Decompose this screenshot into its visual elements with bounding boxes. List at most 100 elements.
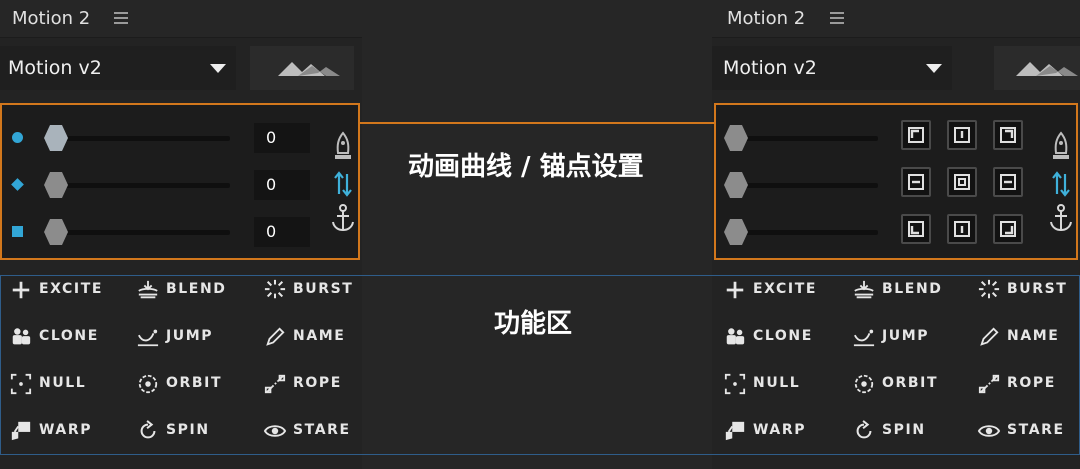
highlight-connector-line xyxy=(360,122,714,124)
curve-slider-track[interactable] xyxy=(728,136,878,141)
function-label: JUMP xyxy=(166,328,214,344)
function-label: EXCITE xyxy=(39,281,104,297)
slider-handle[interactable] xyxy=(44,172,68,198)
function-button-stare[interactable]: STARE xyxy=(977,414,1080,448)
curve-slider-track[interactable] xyxy=(728,183,878,188)
diamond-marker-icon xyxy=(11,178,24,191)
function-button-name[interactable]: NAME xyxy=(263,320,375,354)
plus-icon xyxy=(723,279,747,301)
swap-arrows-icon[interactable] xyxy=(1050,170,1072,198)
rocket-icon[interactable] xyxy=(330,131,356,165)
function-button-stare[interactable]: STARE xyxy=(263,414,375,448)
curve-value-field[interactable]: 0 xyxy=(254,123,310,153)
panel-titlebar: Motion 2 xyxy=(712,0,1080,38)
jump-icon xyxy=(852,326,876,348)
function-label: ORBIT xyxy=(882,375,939,391)
panel-title: Motion 2 xyxy=(12,8,91,29)
function-button-clone[interactable]: CLONE xyxy=(723,320,835,354)
function-label: BLEND xyxy=(166,281,227,297)
preset-dropdown[interactable]: Motion v2 xyxy=(0,46,236,90)
curve-slider-track[interactable] xyxy=(44,230,230,235)
spin-icon xyxy=(852,420,876,442)
function-button-orbit[interactable]: ORBIT xyxy=(852,367,964,401)
anchor-center-button[interactable] xyxy=(947,167,977,197)
null-icon xyxy=(723,373,747,395)
curve-value: 0 xyxy=(266,222,277,241)
anchor-bottom-right-button[interactable] xyxy=(993,214,1023,244)
function-label: CLONE xyxy=(39,328,99,344)
function-label: SPIN xyxy=(166,422,210,438)
preset-dropdown-value: Motion v2 xyxy=(723,57,817,79)
curve-slider-track[interactable] xyxy=(44,183,230,188)
anchor-top-right-icon xyxy=(1000,127,1016,143)
function-button-null[interactable]: NULL xyxy=(723,367,835,401)
anchor-top-right-button[interactable] xyxy=(993,120,1023,150)
function-button-rope[interactable]: ROPE xyxy=(977,367,1080,401)
function-button-burst[interactable]: BURST xyxy=(263,273,375,307)
function-button-warp[interactable]: WARP xyxy=(9,414,121,448)
function-label: EXCITE xyxy=(753,281,818,297)
burst-icon xyxy=(977,279,1001,301)
function-button-warp[interactable]: WARP xyxy=(723,414,835,448)
function-label: BURST xyxy=(293,281,354,297)
anchor-bottom-left-button[interactable] xyxy=(901,214,931,244)
hamburger-menu-icon[interactable] xyxy=(830,12,844,24)
clone-icon xyxy=(9,326,33,348)
curve-graph-button[interactable] xyxy=(250,46,354,90)
anchor-middle-right-icon xyxy=(1000,174,1016,190)
slider-handle[interactable] xyxy=(44,125,68,151)
swap-arrows-icon[interactable] xyxy=(332,170,354,198)
anchor-middle-right-button[interactable] xyxy=(993,167,1023,197)
curve-slider-track[interactable] xyxy=(728,230,878,235)
null-icon xyxy=(9,373,33,395)
function-label: ORBIT xyxy=(166,375,223,391)
function-button-excite[interactable]: EXCITE xyxy=(723,273,835,307)
preset-dropdown[interactable]: Motion v2 xyxy=(712,46,952,90)
function-button-jump[interactable]: JUMP xyxy=(136,320,248,354)
function-button-excite[interactable]: EXCITE xyxy=(9,273,121,307)
anchor-center-icon xyxy=(954,174,970,190)
warp-icon xyxy=(723,420,747,442)
slider-handle[interactable] xyxy=(44,219,68,245)
function-label: ROPE xyxy=(1007,375,1056,391)
function-button-name[interactable]: NAME xyxy=(977,320,1080,354)
function-button-blend[interactable]: BLEND xyxy=(136,273,248,307)
slider-handle[interactable] xyxy=(724,219,748,245)
function-button-orbit[interactable]: ORBIT xyxy=(136,367,248,401)
curve-slider-row: 0 xyxy=(2,215,358,249)
anchor-icon[interactable] xyxy=(330,203,356,233)
anchor-bottom-center-button[interactable] xyxy=(947,214,977,244)
curve-slider-row: 0 xyxy=(2,168,358,202)
anchor-icon[interactable] xyxy=(1048,203,1074,233)
anchor-bottom-right-icon xyxy=(1000,221,1016,237)
curve-value-field[interactable]: 0 xyxy=(254,170,310,200)
slider-handle[interactable] xyxy=(724,125,748,151)
anchor-bottom-center-icon xyxy=(954,221,970,237)
function-button-jump[interactable]: JUMP xyxy=(852,320,964,354)
function-label: WARP xyxy=(39,422,93,438)
function-button-null[interactable]: NULL xyxy=(9,367,121,401)
curve-graph-button[interactable] xyxy=(994,46,1080,90)
eye-icon xyxy=(263,420,287,442)
slider-handle[interactable] xyxy=(724,172,748,198)
function-button-spin[interactable]: SPIN xyxy=(136,414,248,448)
mountain-graph-icon xyxy=(1016,62,1078,76)
anchor-top-left-icon xyxy=(908,127,924,143)
function-label: ROPE xyxy=(293,375,342,391)
anchor-top-center-button[interactable] xyxy=(947,120,977,150)
curve-slider-track[interactable] xyxy=(44,136,230,141)
rocket-icon[interactable] xyxy=(1048,131,1074,165)
anchor-top-left-button[interactable] xyxy=(901,120,931,150)
burst-icon xyxy=(263,279,287,301)
function-button-blend[interactable]: BLEND xyxy=(852,273,964,307)
function-button-burst[interactable]: BURST xyxy=(977,273,1080,307)
function-button-rope[interactable]: ROPE xyxy=(263,367,375,401)
function-button-clone[interactable]: CLONE xyxy=(9,320,121,354)
anchor-middle-left-button[interactable] xyxy=(901,167,931,197)
hamburger-menu-icon[interactable] xyxy=(114,12,128,24)
curve-value-field[interactable]: 0 xyxy=(254,217,310,247)
pencil-icon xyxy=(263,326,287,348)
function-label: STARE xyxy=(293,422,351,438)
function-button-spin[interactable]: SPIN xyxy=(852,414,964,448)
curve-anchor-annotation: 动画曲线 / 锚点设置 xyxy=(408,152,644,182)
